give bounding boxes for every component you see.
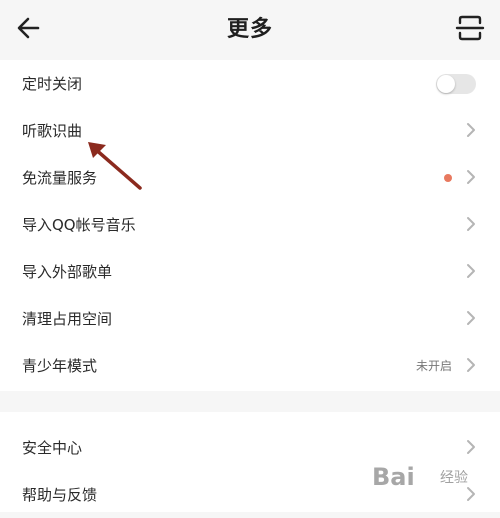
- setting-label: 青少年模式: [22, 357, 98, 375]
- chevron-right-icon: [467, 358, 475, 372]
- sleep-timer-toggle[interactable]: [436, 74, 476, 94]
- setting-clear-storage[interactable]: 清理占用空间: [0, 295, 500, 342]
- chevron-right-icon: [467, 264, 475, 278]
- setting-teen-mode[interactable]: 青少年模式 未开启: [0, 342, 500, 389]
- setting-label: 定时关闭: [22, 75, 83, 93]
- annotation-arrow-icon: [88, 142, 142, 190]
- setting-free-data[interactable]: 免流量服务: [0, 154, 500, 201]
- setting-label: 导入QQ帐号音乐: [22, 216, 136, 234]
- setting-song-recognition[interactable]: 听歌识曲: [0, 107, 500, 154]
- chevron-right-icon: [467, 440, 475, 454]
- chevron-right-icon: [467, 123, 475, 137]
- watermark-sub: 经验: [440, 470, 468, 486]
- chevron-right-icon: [467, 311, 475, 325]
- watermark-logo: Bai: [372, 463, 415, 491]
- setting-label: 清理占用空间: [22, 310, 113, 328]
- setting-label: 安全中心: [22, 439, 83, 457]
- top-bar: 更多: [0, 0, 500, 56]
- setting-label: 帮助与反馈: [22, 486, 98, 504]
- setting-label: 导入外部歌单: [22, 263, 113, 281]
- setting-label: 听歌识曲: [22, 122, 83, 140]
- toggle-knob: [437, 75, 455, 93]
- watermark: Bai 经验: [372, 460, 492, 494]
- red-dot-badge: [444, 174, 452, 182]
- chevron-right-icon: [467, 217, 475, 231]
- settings-card: 定时关闭 听歌识曲 免流量服务 导入QQ帐号音乐 导入外部歌单 清理占用空间 青…: [0, 60, 500, 391]
- teen-mode-status: 未开启: [415, 359, 452, 373]
- scan-icon[interactable]: [452, 10, 488, 46]
- setting-import-external-playlist[interactable]: 导入外部歌单: [0, 248, 500, 295]
- page-title: 更多: [226, 17, 273, 42]
- setting-sleep-timer[interactable]: 定时关闭: [0, 60, 500, 107]
- chevron-right-icon: [467, 170, 475, 184]
- setting-import-qq-music[interactable]: 导入QQ帐号音乐: [0, 201, 500, 248]
